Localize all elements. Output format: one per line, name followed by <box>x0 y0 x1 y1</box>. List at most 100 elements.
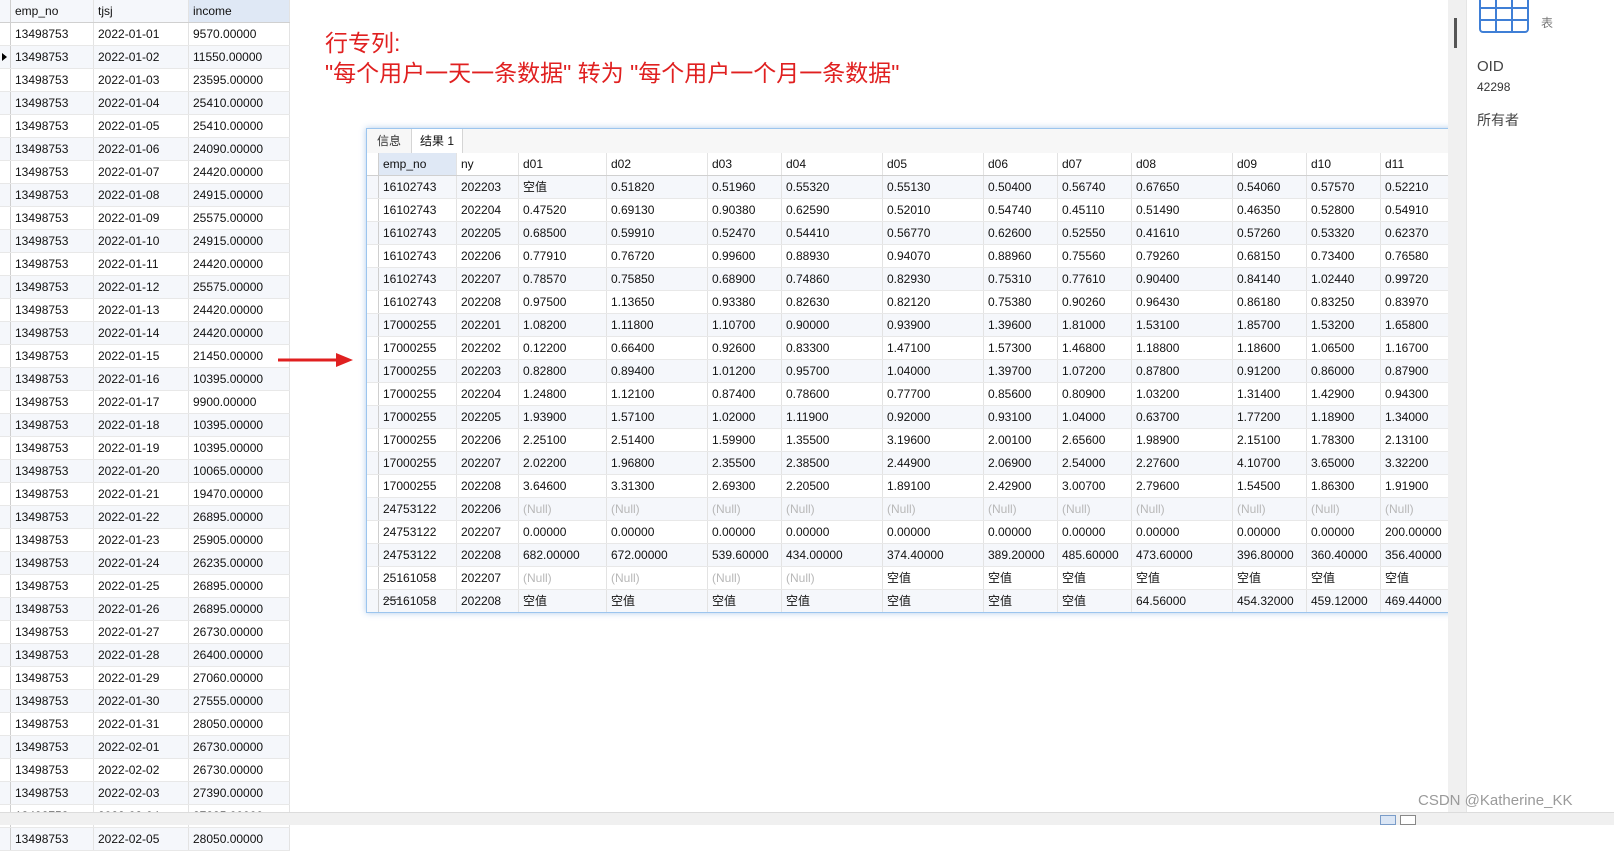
result-cell-d04[interactable]: 0.82630 <box>782 291 883 313</box>
table-cell-emp_no[interactable]: 13498753 <box>11 782 94 804</box>
query-result-window[interactable]: 信息 结果 1 emp_no ny d01 d02 d03 d04 d05 d06 d07 d08… <box>366 128 1614 613</box>
column-header-d05[interactable]: d05 <box>883 153 984 175</box>
result-cell-d05[interactable]: 1.04000 <box>883 360 984 382</box>
table-row[interactable]: 13498753 2022-01-17 9900.00000 <box>0 391 290 414</box>
result-cell-ny[interactable]: 202208 <box>457 291 519 313</box>
table-cell-tjsj[interactable]: 2022-01-16 <box>94 368 189 390</box>
result-cell-d02[interactable]: 0.75850 <box>607 268 708 290</box>
result-cell-emp_no[interactable]: 17000255 <box>379 383 457 405</box>
result-cell-ny[interactable]: 202206 <box>457 245 519 267</box>
result-cell-ny[interactable]: 202205 <box>457 222 519 244</box>
table-cell-income[interactable]: 21450.00000 <box>189 345 290 367</box>
result-row[interactable]: 24753122 202208 682.00000 672.00000 539.6000… <box>367 544 1614 567</box>
table-cell-income[interactable]: 26730.00000 <box>189 736 290 758</box>
table-cell-emp_no[interactable]: 13498753 <box>11 690 94 712</box>
column-header-emp-no[interactable]: emp_no <box>11 0 94 22</box>
table-cell-tjsj[interactable]: 2022-01-21 <box>94 483 189 505</box>
result-cell-d03[interactable]: 0.51960 <box>708 176 782 198</box>
table-cell-income[interactable]: 11550.00000 <box>189 46 290 68</box>
row-selector[interactable] <box>0 713 11 735</box>
table-cell-tjsj[interactable]: 2022-01-09 <box>94 207 189 229</box>
table-row[interactable]: 13498753 2022-01-21 19470.00000 <box>0 483 290 506</box>
result-row[interactable]: 17000255 202207 2.02200 1.96800 2.35500 2.385… <box>367 452 1614 475</box>
table-row[interactable]: 13498753 2022-01-26 26895.00000 <box>0 598 290 621</box>
result-cell-emp_no[interactable]: 16102743 <box>379 291 457 313</box>
table-row[interactable]: 13498753 2022-02-03 27390.00000 <box>0 782 290 805</box>
result-cell-d05[interactable]: 2.44900 <box>883 452 984 474</box>
result-cell-d05[interactable]: 0.93900 <box>883 314 984 336</box>
result-cell-d05[interactable]: 0.82120 <box>883 291 984 313</box>
result-row[interactable]: 17000255 202201 1.08200 1.11800 1.10700 0.900… <box>367 314 1614 337</box>
result-cell-ny[interactable]: 202205 <box>457 406 519 428</box>
row-selector[interactable] <box>0 138 11 160</box>
column-header-d07[interactable]: d07 <box>1058 153 1132 175</box>
table-cell-income[interactable]: 26730.00000 <box>189 621 290 643</box>
result-cell-d07[interactable]: (Null) <box>1058 498 1132 520</box>
table-cell-income[interactable]: 27555.00000 <box>189 690 290 712</box>
row-selector[interactable] <box>0 299 11 321</box>
row-selector[interactable] <box>367 475 379 497</box>
result-cell-d03[interactable]: 空值 <box>708 590 782 612</box>
result-cell-d02[interactable]: 0.66400 <box>607 337 708 359</box>
table-cell-emp_no[interactable]: 13498753 <box>11 667 94 689</box>
result-cell-d05[interactable]: 0.94070 <box>883 245 984 267</box>
result-row[interactable]: 17000255 202203 0.82800 0.89400 1.01200 0.957… <box>367 360 1614 383</box>
row-selector[interactable] <box>0 207 11 229</box>
row-selector[interactable] <box>0 483 11 505</box>
table-cell-income[interactable]: 27390.00000 <box>189 782 290 804</box>
result-cell-d03[interactable]: 0.87400 <box>708 383 782 405</box>
result-cell-d02[interactable]: 0.76720 <box>607 245 708 267</box>
result-cell-d08[interactable]: 0.51490 <box>1132 199 1233 221</box>
vertical-scrollbar[interactable] <box>1448 0 1466 812</box>
table-row[interactable]: 13498753 2022-01-04 25410.00000 <box>0 92 290 115</box>
result-cell-d01[interactable]: 0.68500 <box>519 222 607 244</box>
table-row[interactable]: 13498753 2022-02-05 28050.00000 <box>0 828 290 851</box>
result-cell-emp_no[interactable]: 16102743 <box>379 222 457 244</box>
table-row[interactable]: 13498753 2022-02-02 26730.00000 <box>0 759 290 782</box>
row-selector[interactable] <box>0 690 11 712</box>
table-row[interactable]: 13498753 2022-01-20 10065.00000 <box>0 460 290 483</box>
result-cell-d07[interactable]: 0.80900 <box>1058 383 1132 405</box>
result-data-grid[interactable]: emp_no ny d01 d02 d03 d04 d05 d06 d07 d08 d09 d10 d1… <box>367 153 1614 612</box>
result-cell-d01[interactable]: (Null) <box>519 567 607 589</box>
row-selector[interactable] <box>367 406 379 428</box>
result-cell-d03[interactable]: 1.01200 <box>708 360 782 382</box>
result-cell-d01[interactable]: 空值 <box>519 176 607 198</box>
result-cell-d01[interactable]: 0.82800 <box>519 360 607 382</box>
row-selector[interactable] <box>367 360 379 382</box>
result-cell-d01[interactable]: 2.25100 <box>519 429 607 451</box>
result-cell-d10[interactable]: 1.78300 <box>1307 429 1381 451</box>
result-cell-d03[interactable]: (Null) <box>708 498 782 520</box>
tab-info[interactable]: 信息 <box>369 129 409 153</box>
result-cell-d09[interactable]: 1.54500 <box>1233 475 1307 497</box>
row-selector[interactable] <box>0 46 11 68</box>
table-cell-tjsj[interactable]: 2022-01-04 <box>94 92 189 114</box>
column-header-d08[interactable]: d08 <box>1132 153 1233 175</box>
result-cell-d04[interactable]: 0.88930 <box>782 245 883 267</box>
table-cell-income[interactable]: 27060.00000 <box>189 667 290 689</box>
row-selector[interactable] <box>0 598 11 620</box>
result-cell-ny[interactable]: 202203 <box>457 360 519 382</box>
result-cell-d08[interactable]: 0.63700 <box>1132 406 1233 428</box>
result-cell-d08[interactable]: 2.27600 <box>1132 452 1233 474</box>
table-cell-income[interactable]: 9900.00000 <box>189 391 290 413</box>
result-cell-d04[interactable]: 0.90000 <box>782 314 883 336</box>
table-row[interactable]: 13498753 2022-01-24 26235.00000 <box>0 552 290 575</box>
result-cell-d10[interactable]: (Null) <box>1307 498 1381 520</box>
result-cell-d08[interactable]: (Null) <box>1132 498 1233 520</box>
column-header-tjsj[interactable]: tjsj <box>94 0 189 22</box>
result-cell-d05[interactable]: 0.52010 <box>883 199 984 221</box>
table-cell-emp_no[interactable]: 13498753 <box>11 391 94 413</box>
result-cell-d03[interactable]: 539.60000 <box>708 544 782 566</box>
row-selector[interactable] <box>0 322 11 344</box>
table-cell-income[interactable]: 28050.00000 <box>189 828 290 850</box>
result-cell-d02[interactable]: 1.12100 <box>607 383 708 405</box>
table-cell-emp_no[interactable]: 13498753 <box>11 575 94 597</box>
row-selector[interactable] <box>367 567 379 589</box>
result-cell-d10[interactable]: 0.52800 <box>1307 199 1381 221</box>
result-row[interactable]: 16102743 202204 0.47520 0.69130 0.90380 0.625… <box>367 199 1614 222</box>
table-cell-emp_no[interactable]: 13498753 <box>11 736 94 758</box>
table-cell-emp_no[interactable]: 13498753 <box>11 207 94 229</box>
row-selector[interactable] <box>0 253 11 275</box>
result-cell-d10[interactable]: 1.18900 <box>1307 406 1381 428</box>
